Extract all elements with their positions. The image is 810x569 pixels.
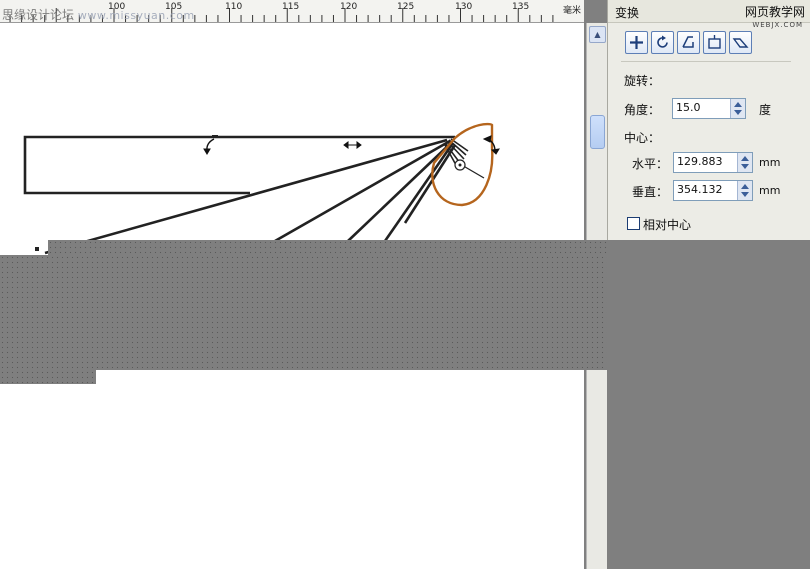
watermark-missyuan: 思缘设计论坛 www.missyuan.com bbox=[2, 6, 195, 23]
skew-button[interactable] bbox=[729, 31, 752, 54]
occluded-region bbox=[0, 255, 607, 370]
watermark-webjx: 网页教学网 bbox=[744, 5, 805, 19]
angle-unit: 度 bbox=[759, 103, 772, 117]
spin-down-icon[interactable] bbox=[741, 164, 749, 169]
skew-icon bbox=[732, 38, 749, 48]
horizontal-position-input[interactable]: 129.883 bbox=[673, 152, 753, 173]
vertical-unit: mm bbox=[759, 184, 781, 197]
spin-up-icon[interactable] bbox=[741, 184, 749, 189]
vertical-label: 垂直： bbox=[632, 185, 669, 199]
ruler-tick-label: 135 bbox=[512, 2, 530, 12]
relative-center-label: 相对中心 bbox=[643, 218, 692, 232]
divider bbox=[621, 61, 791, 62]
spin-down-icon[interactable] bbox=[734, 110, 742, 115]
spin-up-icon[interactable] bbox=[734, 102, 742, 107]
watermark-webjx-url: WEBJX.COM bbox=[752, 21, 803, 29]
spin-up-icon[interactable] bbox=[741, 156, 749, 161]
horizontal-label: 水平： bbox=[632, 157, 669, 171]
docker-title: 变换 bbox=[615, 6, 640, 20]
vertical-spinner[interactable] bbox=[737, 181, 752, 200]
rotate-icon bbox=[657, 35, 668, 48]
scroll-thumb[interactable] bbox=[590, 115, 605, 149]
app-window: 100 105 110 115 120 125 130 135 毫米 思缘设计论… bbox=[0, 0, 810, 569]
node-handle bbox=[35, 247, 39, 251]
angle-label: 角度： bbox=[624, 103, 661, 117]
rotation-label: 旋转： bbox=[624, 74, 661, 88]
scroll-up-button[interactable]: ▲ bbox=[589, 26, 606, 43]
ruler-tick-label: 130 bbox=[455, 2, 473, 12]
position-icon bbox=[630, 36, 643, 49]
ruler-tick-label: 110 bbox=[225, 2, 243, 12]
vertical-value: 354.132 bbox=[677, 183, 723, 196]
size-button[interactable] bbox=[703, 31, 726, 54]
center-label: 中心： bbox=[624, 131, 661, 145]
transform-docker: 变换 网页教学网 WEBJX.COM 旋转： 角度： 15.0 度 中心： 水平… bbox=[607, 0, 810, 240]
ruler-tick-label: 125 bbox=[397, 2, 415, 12]
relative-center-checkbox[interactable] bbox=[627, 217, 640, 230]
horizontal-value: 129.883 bbox=[677, 155, 723, 168]
spin-down-icon[interactable] bbox=[741, 192, 749, 197]
angle-spinner[interactable] bbox=[730, 99, 745, 118]
ruler-tick-label: 115 bbox=[282, 2, 300, 12]
angle-input[interactable]: 15.0 bbox=[672, 98, 746, 119]
size-icon bbox=[708, 35, 721, 49]
scale-mirror-button[interactable] bbox=[677, 31, 700, 54]
horizontal-unit: mm bbox=[759, 156, 781, 169]
canvas-area: 100 105 110 115 120 125 130 135 毫米 思缘设计论… bbox=[0, 0, 607, 569]
vertical-position-input[interactable]: 354.132 bbox=[673, 180, 753, 201]
rotation-center-marker bbox=[454, 159, 466, 171]
ruler-unit-label: 毫米 bbox=[560, 1, 584, 21]
ruler-tick-label: 120 bbox=[340, 2, 358, 12]
node-handle bbox=[212, 135, 218, 138]
scale-mirror-icon bbox=[682, 36, 694, 48]
position-button[interactable] bbox=[625, 31, 648, 54]
watermark-en-text: www.missyuan.com bbox=[77, 9, 195, 22]
occluded-region bbox=[0, 365, 96, 384]
rotate-button[interactable] bbox=[651, 31, 674, 54]
angle-value: 15.0 bbox=[676, 101, 701, 114]
horizontal-spinner[interactable] bbox=[737, 153, 752, 172]
watermark-cn-text: 思缘设计论坛 bbox=[2, 8, 75, 22]
